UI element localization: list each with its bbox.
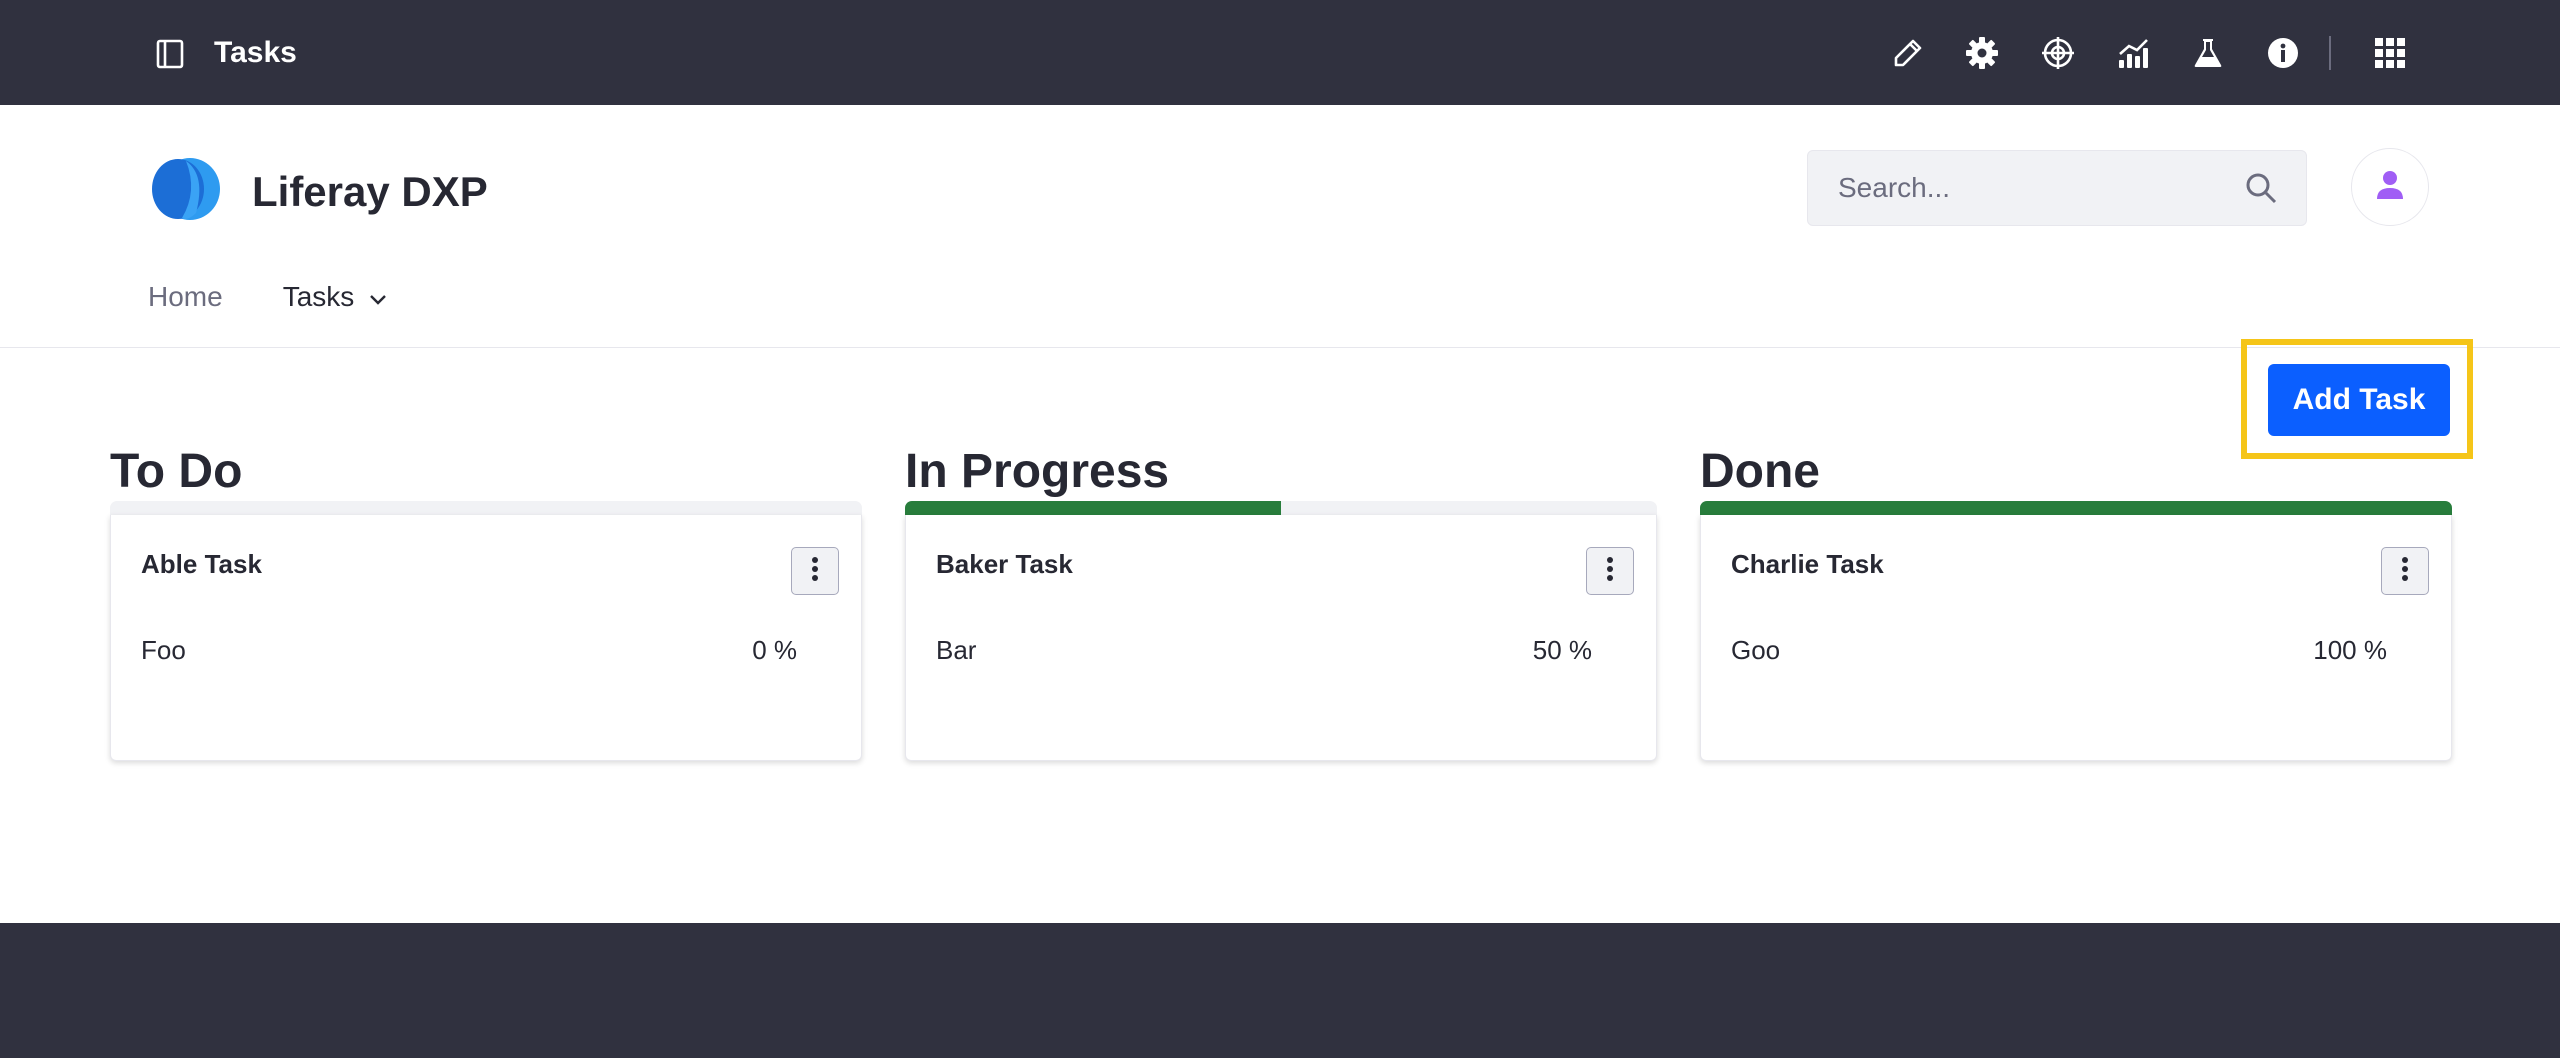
kebab-menu-button[interactable]	[791, 547, 839, 595]
column-title: In Progress	[905, 445, 1170, 498]
task-title: Able Task	[141, 549, 262, 579]
task-description: Bar	[936, 635, 977, 665]
nav-item-tasks-label: Tasks	[282, 281, 355, 312]
column-done: Done Charlie Task Goo 100 %	[1700, 443, 2452, 761]
user-avatar-button[interactable]	[2351, 148, 2429, 226]
search-icon[interactable]	[2242, 169, 2280, 207]
task-percent: 0 %	[752, 635, 797, 665]
page-body: Liferay DXP Home Tasks Add Task To D	[0, 105, 2560, 923]
site-logo[interactable]	[148, 155, 222, 227]
ellipsis-v-icon	[2401, 556, 2409, 587]
task-percent: 100 %	[2313, 635, 2387, 665]
analytics-icon[interactable]	[2113, 33, 2153, 73]
site-navigation: Home Tasks	[148, 272, 388, 322]
progress-bar	[905, 501, 1657, 515]
progress-fill	[1700, 501, 2452, 515]
progress-fill	[905, 501, 1281, 515]
control-menu: Tasks	[0, 0, 2560, 105]
site-name[interactable]: Liferay DXP	[252, 162, 488, 222]
target-icon[interactable]	[2038, 33, 2078, 73]
task-title: Charlie Task	[1731, 549, 1884, 579]
task-description: Foo	[141, 635, 186, 665]
apps-grid-icon[interactable]	[2370, 33, 2410, 73]
info-icon[interactable]	[2263, 33, 2303, 73]
progress-bar	[1700, 501, 2452, 515]
page-footer	[0, 923, 2560, 1058]
nav-divider	[0, 347, 2560, 348]
column-title: Done	[1700, 445, 1820, 498]
ellipsis-v-icon	[811, 556, 819, 587]
nav-item-home[interactable]: Home	[148, 281, 223, 313]
progress-bar	[110, 501, 862, 515]
column-in-progress: In Progress Baker Task Bar 50 %	[905, 443, 1657, 761]
nav-item-tasks[interactable]: Tasks	[283, 281, 389, 313]
task-card[interactable]: Baker Task Bar 50 %	[905, 515, 1657, 761]
task-card[interactable]: Able Task Foo 0 %	[110, 515, 862, 761]
gear-icon[interactable]	[1962, 33, 2002, 73]
kebab-menu-button[interactable]	[1586, 547, 1634, 595]
search-input[interactable]	[1808, 151, 2238, 225]
task-title: Baker Task	[936, 549, 1073, 579]
ellipsis-v-icon	[1606, 556, 1614, 587]
control-menu-title: Tasks	[214, 36, 297, 69]
search-bar	[1807, 150, 2307, 226]
column-title: To Do	[110, 445, 243, 498]
task-description: Goo	[1731, 635, 1781, 665]
add-task-button[interactable]: Add Task	[2268, 364, 2450, 436]
kebab-menu-button[interactable]	[2381, 547, 2429, 595]
control-menu-divider	[2329, 36, 2331, 70]
task-card[interactable]: Charlie Task Goo 100 %	[1700, 515, 2452, 761]
chevron-down-icon	[368, 281, 388, 313]
column-to-do: To Do Able Task Foo 0 %	[110, 443, 862, 761]
pencil-icon[interactable]	[1888, 33, 1928, 73]
user-icon	[2374, 169, 2406, 206]
flask-icon[interactable]	[2188, 33, 2228, 73]
task-percent: 50 %	[1532, 635, 1592, 665]
sidebar-toggle-icon[interactable]	[150, 34, 190, 74]
